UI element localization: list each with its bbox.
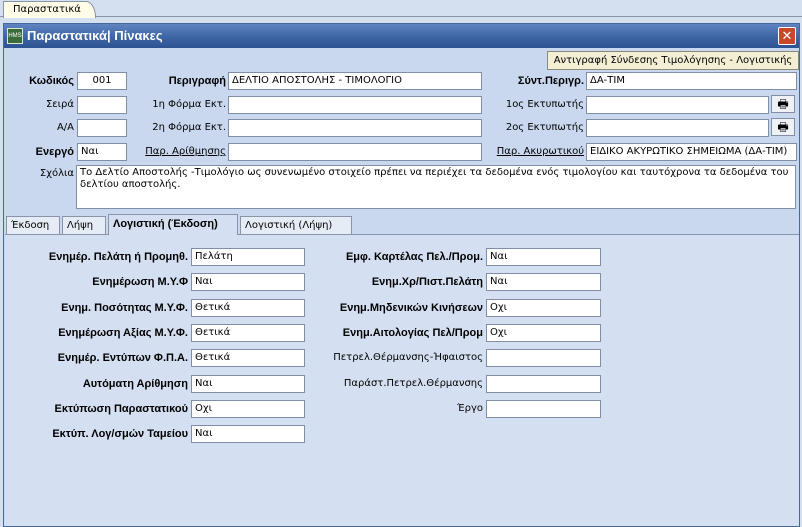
field-label: Ενημ.Αιτολογίας Πελ/Προμ xyxy=(342,327,483,339)
field-value[interactable]: Ναι xyxy=(191,425,305,443)
short-description-label: Σύντ.Περιγρ. xyxy=(517,75,584,87)
printer-icon[interactable]: 🖶 xyxy=(771,95,795,113)
field-label: Ενημ. Ποσότητας Μ.Υ.Φ. xyxy=(61,302,188,314)
field-value[interactable]: Ναι xyxy=(486,273,601,291)
cancellation-field[interactable]: ΕΙΔΙΚΟ ΑΚΥΡΩΤΙΚΟ ΣΗΜΕΙΩΜΑ (ΔΑ-ΤΙΜ) xyxy=(586,143,797,161)
code-label: Κωδικός xyxy=(29,75,74,87)
field-value[interactable]: Οχι xyxy=(486,299,601,317)
printer1-label: 1ος Εκτυπωτής xyxy=(505,99,584,110)
print-form1-field[interactable] xyxy=(228,96,482,114)
aa-label: Α/Α xyxy=(56,122,74,133)
field-label: Εμφ. Καρτέλας Πελ./Προμ. xyxy=(345,251,483,263)
field-label: Ενημ.Χρ/Πιστ.Πελάτη xyxy=(371,276,483,288)
print-form2-field[interactable] xyxy=(228,119,482,137)
field-label: Παράστ.Πετρελ.Θέρμανσης xyxy=(343,378,483,389)
field-value[interactable]: Ναι xyxy=(486,248,601,266)
field-value[interactable]: Ναι xyxy=(191,273,305,291)
field-label: Αυτόματη Αρίθμηση xyxy=(82,378,188,390)
field-label: Ενημέρωση Αξίας Μ.Υ.Φ. xyxy=(58,327,188,339)
description-field[interactable]: ΔΕΛΤΙΟ ΑΠΟΣΤΟΛΗΣ - ΤΙΜΟΛΟΓΙΟ xyxy=(228,72,482,90)
titlebar: HMS Παραστατικά| Πίνακες ✕ xyxy=(4,24,799,48)
remarks-label: Σχόλια xyxy=(39,168,74,179)
numbering-field[interactable] xyxy=(228,143,482,161)
printer-icon[interactable]: 🖶 xyxy=(771,118,795,136)
field-label: Ενημ.Μηδενικών Κινήσεων xyxy=(339,302,483,314)
field-value[interactable]: Πελάτη xyxy=(191,248,305,266)
field-label: Ενημέρωση Μ.Υ.Φ xyxy=(92,276,188,288)
printer2-label: 2ος Εκτυπωτής xyxy=(505,122,584,133)
active-field[interactable]: Ναι xyxy=(77,143,127,161)
app-icon: HMS xyxy=(7,28,23,44)
field-value[interactable]: Οχι xyxy=(486,324,601,342)
field-value[interactable]: Θετικά xyxy=(191,324,305,342)
field-value[interactable]: Θετικά xyxy=(191,349,305,367)
field-label: Εκτύπ. Λογ/σμών Ταμείου xyxy=(52,428,188,440)
field-label: Έργο xyxy=(457,403,483,414)
tab-accounting-receipt[interactable]: Λογιστική (Λήψη) xyxy=(240,216,352,235)
tab-parastatika[interactable]: Παραστατικά xyxy=(3,1,96,18)
field-value[interactable] xyxy=(486,400,601,418)
aa-field[interactable] xyxy=(77,119,127,137)
print-form1-label: 1η Φόρμα Εκτ. xyxy=(152,99,226,110)
description-label: Περιγραφή xyxy=(168,75,226,87)
document-types-window: HMS Παραστατικά| Πίνακες ✕ Αντιγραφή Σύν… xyxy=(3,23,800,527)
remarks-field[interactable]: Το Δελτίο Αποστολής -Τιμολόγιο ως συνενω… xyxy=(76,165,796,209)
close-button[interactable]: ✕ xyxy=(778,27,796,45)
field-value[interactable]: Οχι xyxy=(191,400,305,418)
accounting-issue-panel: Ενημέρ. Πελάτη ή Προμηθ. Πελάτη Ενημέρωση … xyxy=(5,234,799,526)
tab-accounting-issue[interactable]: Λογιστική (Έκδοση) xyxy=(108,214,238,235)
printer2-field[interactable] xyxy=(586,119,769,137)
copy-billing-accounting-link-button[interactable]: Αντιγραφή Σύνδεσης Τιμολόγησης - Λογιστι… xyxy=(547,51,799,70)
print-form2-label: 2η Φόρμα Εκτ. xyxy=(152,122,226,133)
field-value[interactable] xyxy=(486,349,601,367)
field-value[interactable]: Θετικά xyxy=(191,299,305,317)
active-label: Ενεργό xyxy=(35,146,74,158)
code-field[interactable]: 001 xyxy=(77,72,127,90)
short-description-field[interactable]: ΔΑ-ΤΙΜ xyxy=(586,72,797,90)
outer-tabbar: Παραστατικά xyxy=(0,0,802,18)
field-label: Πετρελ.Θέρμανσης-Ήφαιστος xyxy=(333,352,483,363)
field-value[interactable] xyxy=(486,375,601,393)
field-label: Εκτύπωση Παραστατικού xyxy=(54,403,188,415)
field-label: Ενημέρ. Πελάτη ή Προμηθ. xyxy=(48,251,188,263)
series-field[interactable] xyxy=(77,96,127,114)
tab-receipt[interactable]: Λήψη xyxy=(62,216,106,235)
tab-issue[interactable]: Έκδοση xyxy=(6,216,60,235)
printer1-field[interactable] xyxy=(586,96,769,114)
field-value[interactable]: Ναι xyxy=(191,375,305,393)
cancellation-link[interactable]: Παρ. Ακυρωτικού xyxy=(486,143,584,161)
window-title: Παραστατικά| Πίνακες xyxy=(27,28,163,43)
field-label: Ενημέρ. Εντύπων Φ.Π.Α. xyxy=(57,352,188,364)
numbering-link[interactable]: Παρ. Αρίθμησης xyxy=(130,143,226,161)
series-label: Σειρά xyxy=(45,99,74,110)
